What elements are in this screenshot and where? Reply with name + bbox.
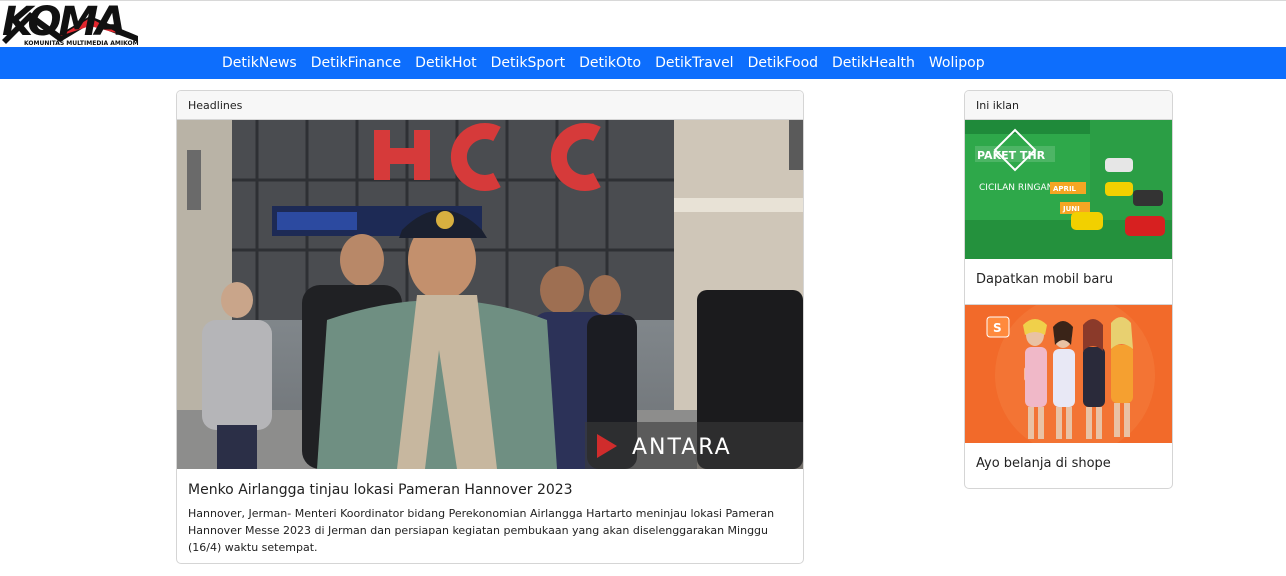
headlines-card: Headlines ANTARA Menko Airlangga tinjau … [176, 90, 804, 564]
site-logo[interactable]: KOMA KOMUNITAS MULTIMEDIA AMIKOM [0, 2, 142, 48]
nav-list: DetikNews DetikFinance DetikHot DetikSpo… [215, 47, 992, 79]
ad-badge-text: PAKET THR [977, 149, 1046, 162]
nav-link-detiksport[interactable]: DetikSport [484, 47, 572, 79]
nav-link-detikhealth[interactable]: DetikHealth [825, 47, 922, 79]
ad-shopee-graphic: S [965, 305, 1172, 443]
svg-text:S: S [993, 321, 1002, 335]
ad-month2-text: JUNI [1062, 205, 1080, 213]
top-bar: KOMA KOMUNITAS MULTIMEDIA AMIKOM [0, 0, 1286, 47]
ad-caption-cars[interactable]: Dapatkan mobil baru [965, 259, 1172, 304]
ad-caption-shopee[interactable]: Ayo belanja di shope [965, 443, 1172, 488]
ad-image-cars[interactable]: PAKET THR CICILAN RINGAN APRIL JUNI [965, 120, 1172, 259]
main-navbar: DetikNews DetikFinance DetikHot DetikSpo… [0, 47, 1286, 79]
headline-title[interactable]: Menko Airlangga tinjau lokasi Pameran Ha… [177, 469, 803, 499]
headline-image[interactable]: ANTARA [177, 120, 803, 469]
ad-month1-text: APRIL [1053, 185, 1077, 193]
nav-link-detikoto[interactable]: DetikOto [572, 47, 648, 79]
ad-image-shopee[interactable]: S [965, 304, 1172, 443]
nav-link-detikfood[interactable]: DetikFood [741, 47, 825, 79]
ad-cars-graphic: PAKET THR CICILAN RINGAN APRIL JUNI [965, 120, 1172, 259]
ad-line-text: CICILAN RINGAN [979, 183, 1053, 193]
nav-link-detikfinance[interactable]: DetikFinance [304, 47, 408, 79]
logo-text: KOMA [2, 0, 126, 45]
headlines-card-header: Headlines [177, 91, 803, 120]
antara-watermark: ANTARA [632, 435, 732, 460]
nav-link-detikhot[interactable]: DetikHot [408, 47, 483, 79]
nav-link-detiknews[interactable]: DetikNews [215, 47, 304, 79]
nav-link-wolipop[interactable]: Wolipop [922, 47, 992, 79]
logo-subtitle: KOMUNITAS MULTIMEDIA AMIKOM [24, 40, 139, 47]
nav-link-detiktravel[interactable]: DetikTravel [648, 47, 741, 79]
ads-card-header: Ini iklan [965, 91, 1172, 120]
headline-body: Hannover, Jerman- Menteri Koordinator bi… [188, 507, 775, 554]
headline-photo: ANTARA [177, 120, 803, 469]
ads-card: Ini iklan PAKET THR CICILAN RINGAN APRIL… [964, 90, 1173, 489]
